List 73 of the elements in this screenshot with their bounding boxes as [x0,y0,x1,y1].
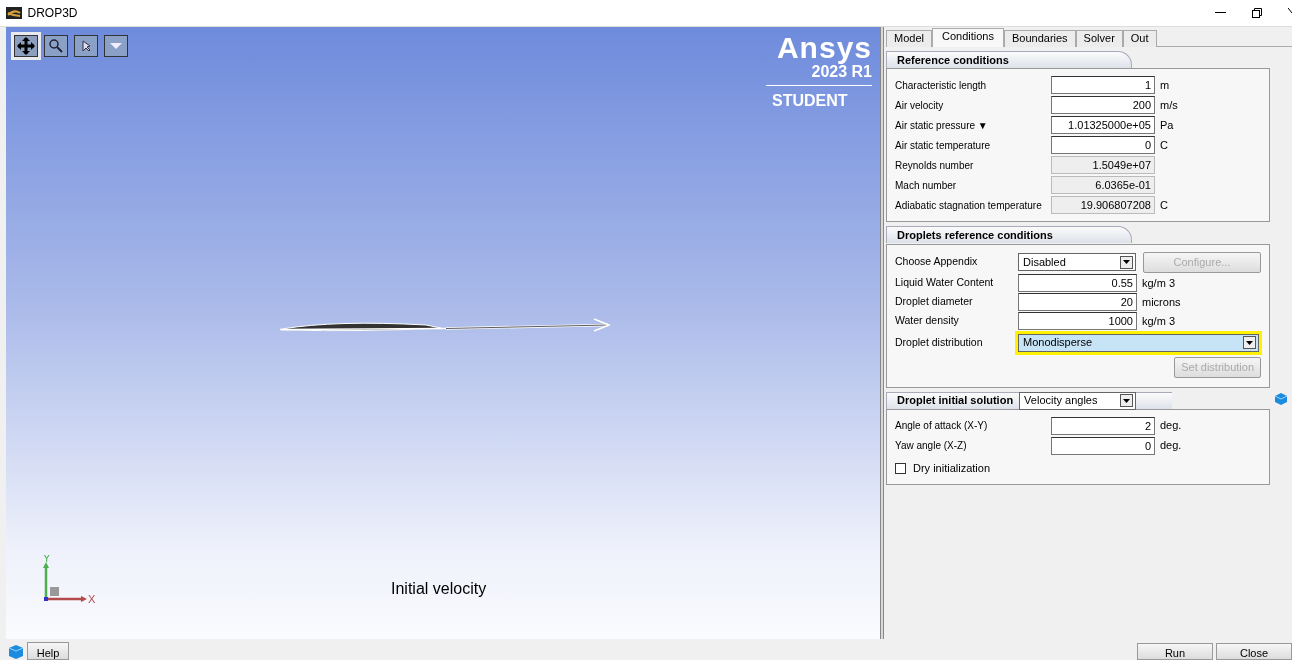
field-label: Choose Appendix [895,254,979,270]
dropdown[interactable]: Monodisperse [1018,333,1259,352]
section-title: Droplet initial solution [897,393,1014,409]
viewport-caption: Initial velocity [391,579,487,599]
input-field[interactable]: 0.55 [1018,274,1137,292]
input-field[interactable]: 200 [1051,96,1155,115]
x-axis-label: X [88,593,96,605]
input-field[interactable]: 1.01325000e+05 [1051,116,1155,135]
field-label: Liquid Water Content [895,275,995,291]
tab[interactable]: Conditions [931,28,1004,47]
readonly-field: 6.0365e-01 [1051,176,1155,195]
field-label: Water density [895,313,960,329]
dropdown-arrow-icon [1246,340,1253,345]
section-header: Droplets reference conditions [886,226,1132,244]
unit-label: kg/m 3 [1142,313,1175,329]
readonly-field: 19.906807208 [1051,196,1155,215]
window-title: DROP3D [27,5,78,22]
tab[interactable]: Boundaries [1003,30,1076,47]
app-icon [5,7,22,19]
field-label: Droplet distribution [895,334,984,350]
field-label: Characteristic length [895,78,988,93]
unit-label: C [1160,138,1168,153]
run-button[interactable]: Run [1137,643,1213,660]
input-field[interactable]: 20 [1018,293,1137,311]
field-label: Air static temperature [895,138,992,153]
toolbar-button[interactable] [14,35,38,57]
unit-label: m [1160,78,1170,93]
input-field[interactable]: 0 [1051,436,1155,455]
field-label: Droplet diameter [895,294,974,310]
checkbox-label: Dry initialization [913,461,991,476]
unit-label: microns [1142,294,1181,310]
unit-label: C [1160,198,1168,213]
minimize-icon[interactable] [1215,12,1226,14]
checkbox[interactable] [895,462,906,474]
unit-label: kg/m 3 [1142,275,1175,291]
toolbar-button[interactable] [74,35,98,57]
section-header: Reference conditions [886,51,1132,68]
restore-icon[interactable] [1252,8,1262,18]
dropdown-arrow-icon [1123,398,1131,403]
dropdown-arrow-icon [1123,260,1130,264]
field-label: Yaw angle (X-Z) [895,439,968,453]
logo-edition: STUDENT [766,84,872,113]
field-label: Angle of attack (X-Y) [895,419,989,433]
input-field[interactable]: 1000 [1018,312,1137,330]
tab[interactable]: Model [886,30,932,47]
unit-label: Pa [1160,118,1174,133]
unit-label: m/s [1160,98,1178,113]
toolbar-button[interactable] [44,35,68,57]
close-button[interactable]: Close [1216,643,1292,660]
tab[interactable]: Solver [1075,30,1123,47]
unit-label: deg. [1160,438,1182,454]
logo-version: 2023 R1 [811,63,872,81]
dropdown[interactable]: Disabled [1018,253,1136,271]
readonly-field: 1.5049e+07 [1051,156,1155,175]
input-field[interactable]: 1 [1051,76,1155,95]
input-field[interactable]: 2 [1051,416,1155,435]
field-label: Air static pressure ▼ [895,118,989,133]
field-label: Air velocity [895,98,945,113]
cube-icon [1274,391,1288,406]
pan-icon [17,37,35,55]
cube-icon [8,644,24,660]
help-button[interactable]: Help [27,642,69,660]
field-label: Reynolds number [895,158,975,173]
field-label: Adiabatic stagnation temperature [895,198,1043,213]
tab[interactable]: Out [1122,30,1157,47]
field-label: Mach number [895,178,958,193]
input-field[interactable]: 0 [1051,136,1155,155]
toolbar-button[interactable] [104,35,128,57]
mode-dropdown[interactable]: Velocity angles [1019,391,1137,410]
search-icon [47,37,65,55]
unit-label: deg. [1160,418,1182,434]
axis-triad-drawing [43,562,87,602]
y-axis-label: Y [43,555,51,564]
